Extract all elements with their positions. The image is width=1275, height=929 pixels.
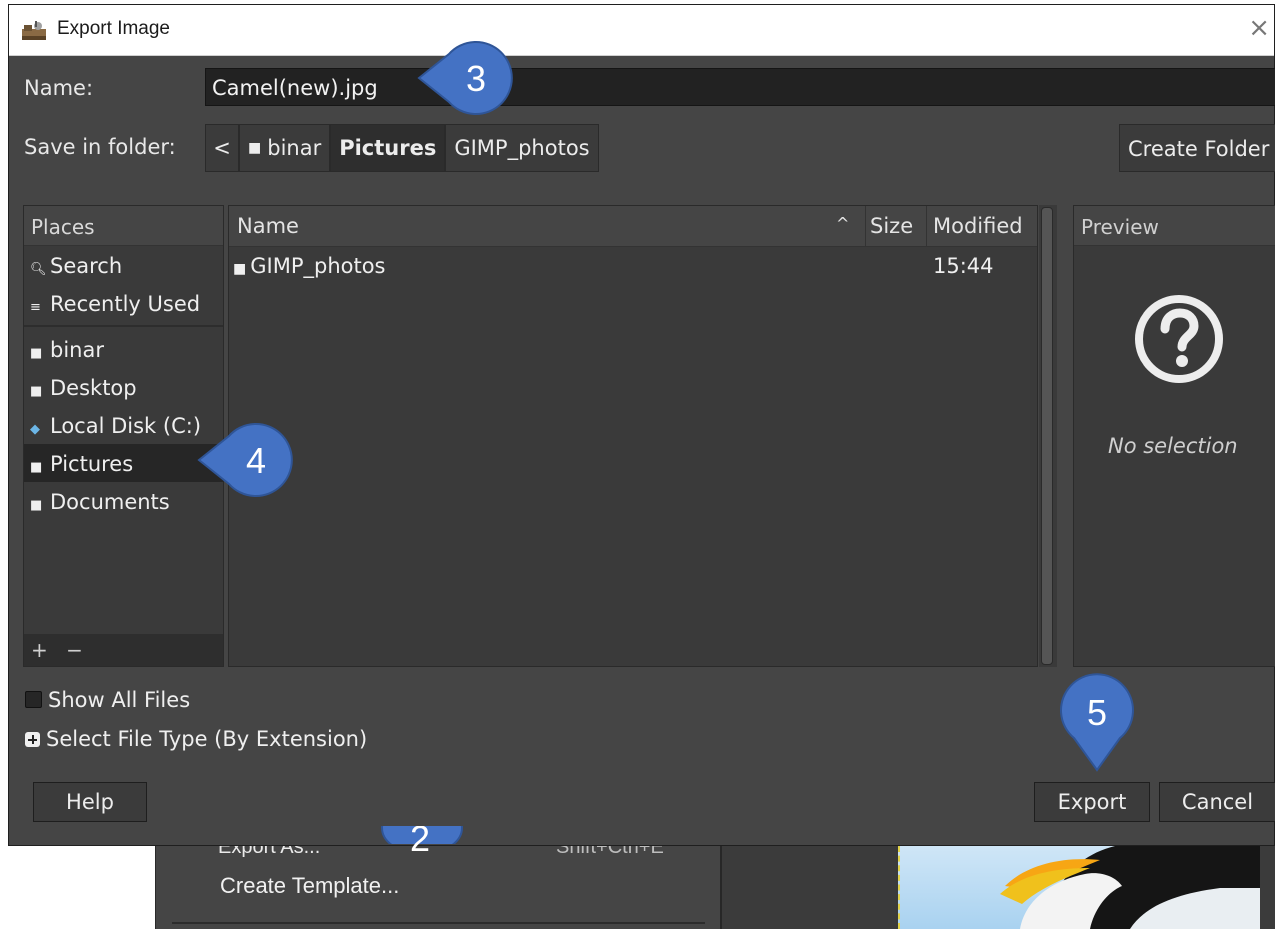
callout-number: 3 xyxy=(466,58,487,99)
breadcrumb-back-button[interactable]: < xyxy=(205,124,239,172)
folder-icon: ■ xyxy=(233,261,247,277)
background-penguin-image xyxy=(898,846,1260,929)
breadcrumb-gimp-photos[interactable]: GIMP_photos xyxy=(445,124,599,172)
no-selection-text: No selection xyxy=(1108,434,1238,458)
help-button[interactable]: Help xyxy=(33,782,147,822)
search-icon: 🔍︎ xyxy=(30,262,47,277)
callout-marker-4: 4 xyxy=(195,418,303,502)
cancel-button[interactable]: Cancel xyxy=(1159,782,1275,822)
export-button[interactable]: Export xyxy=(1034,782,1150,822)
callout-marker-3: 3 xyxy=(415,36,523,120)
callout-number: 4 xyxy=(246,440,267,481)
file-list-header: Name ^ Size Modified xyxy=(229,206,1037,247)
column-divider xyxy=(865,206,866,246)
place-pictures[interactable]: ■ Pictures xyxy=(24,444,223,482)
place-search[interactable]: 🔍︎ Search xyxy=(24,246,223,284)
checkbox-box[interactable] xyxy=(25,691,42,708)
file-name-cell: GIMP_photos xyxy=(250,254,386,278)
folder-icon: ■ xyxy=(30,384,43,399)
menu-item-create-template[interactable]: Create Template... xyxy=(220,873,399,899)
folder-icon: ■ xyxy=(30,460,43,475)
preview-header: Preview xyxy=(1074,206,1275,246)
breadcrumb-pictures[interactable]: Pictures xyxy=(330,124,446,172)
name-label: Name: xyxy=(24,76,94,100)
gimp-app-icon xyxy=(22,21,46,40)
chevron-left-icon: < xyxy=(213,136,231,160)
preview-pane: Preview No selection xyxy=(1073,205,1275,667)
column-name-header[interactable]: Name xyxy=(237,214,299,238)
column-size-header[interactable]: Size xyxy=(870,214,913,238)
save-in-folder-label: Save in folder: xyxy=(24,135,176,159)
title-bar: Export Image × xyxy=(9,5,1274,56)
place-recently-used[interactable]: ≡ Recently Used xyxy=(24,284,223,322)
folder-icon: ■ xyxy=(30,346,43,361)
question-mark-icon xyxy=(1135,295,1223,383)
folder-icon: ■ xyxy=(248,140,262,156)
sort-ascending-icon: ^ xyxy=(836,214,850,233)
place-documents[interactable]: ■ Documents xyxy=(24,482,223,520)
folder-icon: ■ xyxy=(30,498,43,513)
file-name-input[interactable]: Camel(new).jpg xyxy=(205,68,1275,106)
breadcrumb: < ■ binar Pictures GIMP_photos xyxy=(205,124,599,172)
place-local-disk[interactable]: ◆ Local Disk (C:) xyxy=(24,406,223,444)
recent-icon: ≡ xyxy=(30,300,41,315)
place-binar[interactable]: ■ binar xyxy=(24,330,223,368)
file-list: Name ^ Size Modified ■ GIMP_photos 15:44 xyxy=(228,205,1038,667)
column-divider xyxy=(926,206,927,246)
expand-plus-icon[interactable] xyxy=(25,732,40,747)
callout-marker-2: 2 xyxy=(380,826,464,856)
places-footer: + − xyxy=(24,634,223,666)
places-separator xyxy=(24,325,223,327)
breadcrumb-binar[interactable]: ■ binar xyxy=(239,124,331,172)
callout-number: 5 xyxy=(1087,692,1108,733)
show-all-files-label: Show All Files xyxy=(48,688,191,712)
select-file-type-expander[interactable]: Select File Type (By Extension) xyxy=(25,727,367,751)
place-desktop[interactable]: ■ Desktop xyxy=(24,368,223,406)
drive-icon: ◆ xyxy=(30,422,40,437)
scrollbar-thumb[interactable] xyxy=(1041,207,1053,665)
show-all-files-checkbox[interactable]: Show All Files xyxy=(25,688,190,712)
callout-number: 2 xyxy=(410,826,431,856)
remove-bookmark-icon[interactable]: − xyxy=(66,638,83,662)
file-list-scrollbar[interactable] xyxy=(1039,205,1057,667)
column-modified-header[interactable]: Modified xyxy=(933,214,1023,238)
places-header: Places xyxy=(24,206,223,246)
file-modified-cell: 15:44 xyxy=(933,254,994,278)
create-folder-button[interactable]: Create Folder xyxy=(1119,124,1275,172)
select-file-type-label: Select File Type (By Extension) xyxy=(46,727,368,751)
table-row[interactable]: ■ GIMP_photos 15:44 xyxy=(229,250,1037,286)
add-bookmark-icon[interactable]: + xyxy=(31,638,48,662)
callout-marker-5: 5 xyxy=(1054,664,1140,774)
places-pane: Places 🔍︎ Search ≡ Recently Used ■ binar ■ D… xyxy=(23,205,224,667)
menu-separator xyxy=(172,922,705,924)
dialog-title: Export Image xyxy=(57,18,170,39)
close-icon[interactable]: × xyxy=(1248,15,1270,41)
